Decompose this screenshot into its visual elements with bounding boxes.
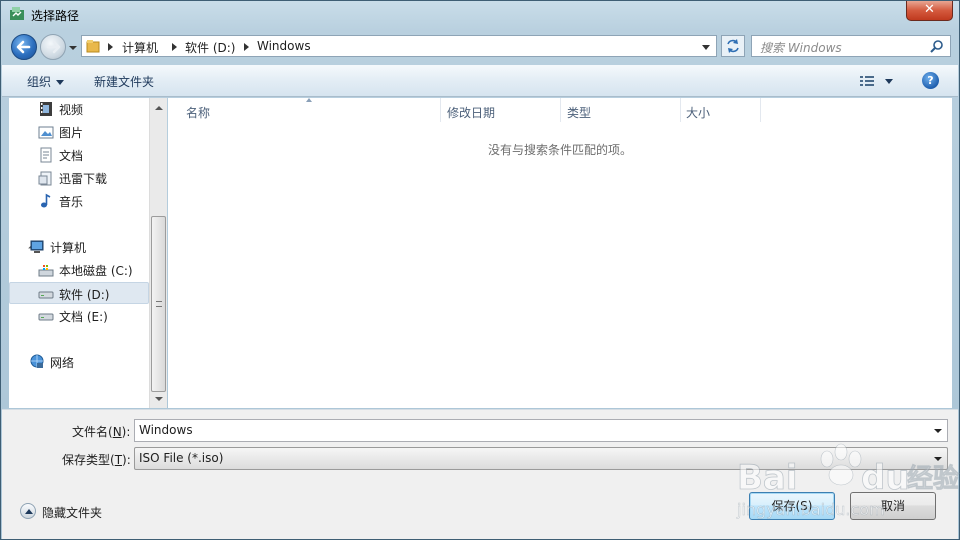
back-button[interactable] xyxy=(11,34,37,60)
help-icon[interactable]: ? xyxy=(922,72,939,89)
nav-item-xunlei[interactable]: 迅雷下载 xyxy=(9,167,149,189)
system-drive-icon xyxy=(38,265,54,277)
drive-icon xyxy=(38,291,54,299)
file-list: 名称 修改日期 类型 大小 没有与搜索条件匹配的项。 xyxy=(168,98,952,408)
filetype-label-suffix: ): xyxy=(122,453,131,467)
search-placeholder: 搜索 Windows xyxy=(760,41,842,55)
app-icon xyxy=(10,7,24,20)
watermark-suffix: 经验 xyxy=(907,463,959,494)
search-input[interactable]: 搜索 Windows xyxy=(751,35,951,57)
new-folder-button[interactable]: 新建文件夹 xyxy=(94,73,154,90)
nav-label: 网络 xyxy=(50,356,75,370)
video-icon xyxy=(40,102,52,116)
nav-item-pictures[interactable]: 图片 xyxy=(9,121,149,143)
drive-icon xyxy=(38,313,54,321)
filetype-access-key: T xyxy=(114,453,123,467)
column-divider[interactable] xyxy=(560,98,561,122)
organize-label: 组织 xyxy=(27,75,52,89)
nav-label: 文档 xyxy=(59,149,84,163)
close-icon: ✕ xyxy=(924,2,935,17)
nav-label: 视频 xyxy=(59,103,84,117)
save-dialog: 选择路径 ✕ 计算机 软件 (D:) Windows 搜索 Windows 组织… xyxy=(0,0,960,540)
close-button[interactable]: ✕ xyxy=(906,1,953,21)
nav-scrollbar[interactable] xyxy=(149,98,167,408)
filename-value: Windows xyxy=(139,423,193,437)
nav-item-music[interactable]: 音乐 xyxy=(9,190,149,212)
computer-icon xyxy=(30,240,44,253)
title-bar[interactable]: 选择路径 ✕ xyxy=(1,1,959,29)
grip-icon xyxy=(156,301,162,307)
watermark-brand-2: du xyxy=(861,458,910,498)
watermark-url: jingyan.baidu.com xyxy=(736,500,885,519)
nav-label: 文档 (E:) xyxy=(59,310,108,324)
back-arrow-icon xyxy=(16,40,31,54)
breadcrumb-arrow-icon[interactable] xyxy=(172,43,177,51)
nav-label: 音乐 xyxy=(59,195,84,209)
column-header-size[interactable]: 大小 xyxy=(686,98,758,124)
hide-folders-toggle-icon[interactable] xyxy=(20,503,36,519)
filetype-value: ISO File (*.iso) xyxy=(139,451,224,465)
nav-item-drive-d[interactable]: 软件 (D:) xyxy=(9,282,149,304)
pictures-icon xyxy=(38,126,54,139)
filetype-label: 保存类型(T): xyxy=(62,451,131,468)
breadcrumb-arrow-icon[interactable] xyxy=(244,43,249,51)
filetype-label-text: 保存类型( xyxy=(62,453,115,467)
baidu-jingyan-watermark: Bai du 经验 jingyan.baidu.com xyxy=(736,443,959,519)
nav-item-drive-c[interactable]: 本地磁盘 (C:) xyxy=(9,259,149,281)
view-dropdown-icon[interactable] xyxy=(885,79,893,84)
nav-label: 软件 (D:) xyxy=(59,288,110,302)
folder-icon xyxy=(86,40,100,53)
recent-pages-dropdown-icon[interactable] xyxy=(68,43,78,53)
documents-icon xyxy=(40,147,52,163)
refresh-button[interactable] xyxy=(721,35,745,57)
nav-item-network[interactable]: 网络 xyxy=(9,351,149,373)
nav-item-videos[interactable]: 视频 xyxy=(9,98,149,120)
column-divider[interactable] xyxy=(680,98,681,122)
empty-list-message: 没有与搜索条件匹配的项。 xyxy=(487,143,632,157)
nav-item-documents[interactable]: 文档 xyxy=(9,144,149,166)
organize-menu[interactable]: 组织 xyxy=(27,73,65,90)
nav-item-computer[interactable]: 计算机 xyxy=(9,236,149,258)
scroll-thumb[interactable] xyxy=(151,216,166,392)
column-header-date[interactable]: 修改日期 xyxy=(447,98,559,124)
forward-button[interactable] xyxy=(40,34,66,60)
nav-item-drive-e[interactable]: 文档 (E:) xyxy=(9,305,149,327)
address-dropdown-icon[interactable] xyxy=(702,45,710,50)
scroll-down-icon[interactable] xyxy=(155,397,163,401)
network-icon xyxy=(30,354,44,368)
nav-label: 计算机 xyxy=(50,241,87,255)
music-icon xyxy=(41,193,51,208)
navigation-pane: 视频 图片 文档 迅雷下载 音乐 计算机 本地磁盘 (C:) 软件 (D:) 文… xyxy=(9,98,167,408)
chevron-down-icon xyxy=(56,80,65,85)
nav-label: 本地磁盘 (C:) xyxy=(59,264,133,278)
window-title: 选择路径 xyxy=(31,9,80,23)
breadcrumb-computer[interactable]: 计算机 xyxy=(122,39,158,56)
filename-label: 文件名(N): xyxy=(72,423,130,440)
breadcrumb-arrow-icon[interactable] xyxy=(108,43,113,51)
column-divider[interactable] xyxy=(760,98,761,122)
breadcrumb-folder[interactable]: Windows xyxy=(257,39,311,53)
filename-access-key: N xyxy=(112,425,122,439)
refresh-icon xyxy=(727,39,739,53)
chevron-down-icon[interactable] xyxy=(934,429,942,433)
address-row: 计算机 软件 (D:) Windows 搜索 Windows xyxy=(9,31,953,61)
search-icon[interactable] xyxy=(930,39,944,53)
watermark-brand: Bai xyxy=(737,458,798,498)
nav-label: 迅雷下载 xyxy=(59,172,108,186)
column-header-name[interactable]: 名称 xyxy=(186,98,438,124)
command-bar: 组织 新建文件夹 ? xyxy=(2,65,958,97)
column-divider[interactable] xyxy=(440,98,441,122)
address-bar[interactable]: 计算机 软件 (D:) Windows xyxy=(81,35,717,57)
scroll-up-icon[interactable] xyxy=(155,106,163,110)
view-options-icon[interactable] xyxy=(859,74,875,88)
filename-label-text: 文件名( xyxy=(72,425,113,439)
breadcrumb-drive[interactable]: 软件 (D:) xyxy=(185,39,235,56)
download-folder-icon xyxy=(38,171,52,186)
nav-label: 图片 xyxy=(59,126,84,140)
forward-arrow-icon xyxy=(46,40,61,54)
column-header-type[interactable]: 类型 xyxy=(567,98,679,124)
hide-folders-label[interactable]: 隐藏文件夹 xyxy=(42,504,102,521)
filename-label-suffix: ): xyxy=(121,425,131,439)
